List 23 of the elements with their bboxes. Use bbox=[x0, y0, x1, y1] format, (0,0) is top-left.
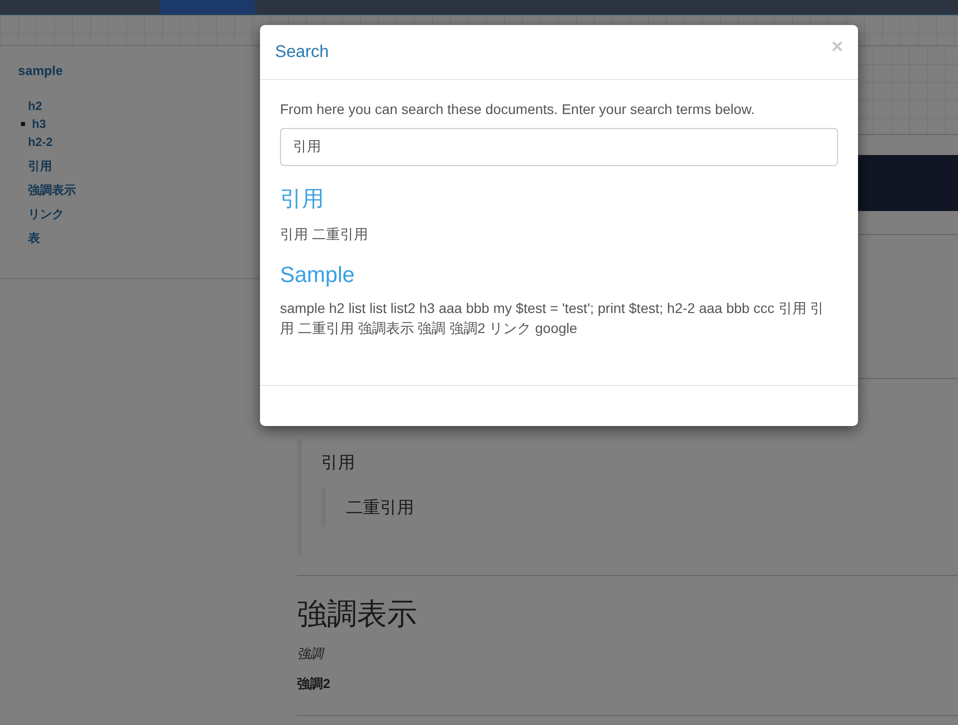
quote-text: 二重引用 bbox=[346, 498, 414, 517]
close-button[interactable]: × bbox=[831, 37, 843, 57]
toc-link[interactable]: 強調表示 bbox=[28, 183, 76, 197]
result-title[interactable]: Sample bbox=[280, 262, 838, 288]
section-heading: 強調表示 bbox=[297, 597, 418, 633]
toc-link[interactable]: リンク bbox=[28, 207, 64, 221]
result-title[interactable]: 引用 bbox=[280, 184, 838, 214]
result-excerpt: 引用 二重引用 bbox=[280, 225, 369, 244]
toc-link[interactable]: h3 bbox=[32, 112, 46, 136]
result-excerpt: sample h2 list list list2 h3 aaa bbb my $test = 'test'; print $test; h2-2 aaa bbb ccc 引用 引用 二重引用 強調表示 強調 強調2 リンク google bbox=[280, 299, 826, 338]
intro-text: From here you can search these documents. Enter your search terms below. bbox=[280, 101, 756, 117]
bullet-icon bbox=[21, 122, 25, 126]
toc-link[interactable]: 表 bbox=[28, 231, 40, 245]
toc-link[interactable]: h2 bbox=[28, 99, 42, 113]
toc-link[interactable]: 引用 bbox=[28, 159, 52, 173]
dialog-title: Search bbox=[275, 42, 329, 62]
bold-text: 強調2 bbox=[297, 675, 332, 693]
italic-text: 強調 bbox=[297, 645, 326, 663]
toc-link[interactable]: h2-2 bbox=[28, 135, 53, 149]
search-field[interactable]: 引用 bbox=[280, 128, 838, 166]
nav-item[interactable] bbox=[160, 0, 255, 14]
quote-text: 引用 bbox=[321, 452, 356, 474]
sidebar-title[interactable]: sample bbox=[18, 63, 242, 78]
